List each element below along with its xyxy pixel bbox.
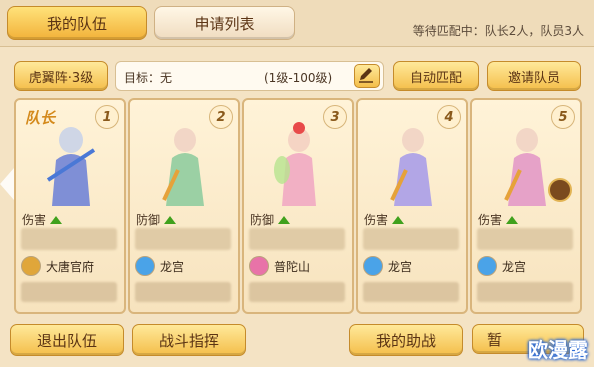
school-row: 龙宫 [135, 256, 231, 276]
scroll-left-arrow-icon[interactable] [0, 168, 14, 200]
character-portrait [390, 128, 432, 206]
character-portrait [162, 128, 204, 206]
role-label: 伤害 [364, 211, 405, 228]
school-row: 普陀山 [249, 256, 345, 276]
blurred-info [135, 282, 231, 302]
school-icon [363, 256, 383, 276]
character-portrait [274, 122, 316, 206]
member-card-5[interactable]: 5 伤害 龙宫 [470, 98, 582, 314]
school-row: 龙宫 [477, 256, 573, 276]
tab-my-team[interactable]: 我的队伍 [7, 6, 147, 40]
up-arrow-icon [50, 215, 63, 224]
blurred-info [135, 228, 231, 250]
school-icon [21, 256, 41, 276]
blurred-info [477, 228, 573, 250]
blurred-info [363, 282, 459, 302]
member-card-4[interactable]: 4 伤害 龙宫 [356, 98, 468, 314]
target-range: (1级-100级) [264, 71, 333, 85]
role-label: 防御 [250, 211, 291, 228]
character-portrait [46, 127, 96, 206]
tab-apply-list[interactable]: 申请列表 [154, 6, 295, 40]
member-card-2[interactable]: 2 防御 龙宫 [128, 98, 240, 314]
role-label: 防御 [136, 211, 177, 228]
up-arrow-icon [164, 215, 177, 224]
blurred-info [477, 282, 573, 302]
character-portrait [504, 128, 546, 206]
blurred-info [21, 282, 117, 302]
up-arrow-icon [392, 215, 405, 224]
pencil-icon [359, 68, 373, 83]
role-label: 伤害 [478, 211, 519, 228]
school-icon [135, 256, 155, 276]
blurred-info [21, 228, 117, 250]
role-label: 伤害 [22, 211, 63, 228]
target-label: 目标：无 [124, 71, 173, 85]
up-arrow-icon [278, 215, 291, 224]
up-arrow-icon [506, 215, 519, 224]
member-card-3[interactable]: 3 防御 普陀山 [242, 98, 354, 314]
blurred-info [249, 228, 345, 250]
match-status-text: 等待匹配中：队长2人，队员3人 [412, 24, 584, 38]
blurred-info [249, 282, 345, 302]
title-crest-icon [548, 178, 572, 202]
blurred-info [363, 228, 459, 250]
school-row: 大唐官府 [21, 256, 117, 276]
watermark: 欧漫露 [528, 338, 588, 362]
leave-team-button[interactable]: 退出队伍 [10, 324, 124, 356]
auto-match-button[interactable]: 自动匹配 [393, 61, 479, 91]
member-card-1[interactable]: 队长 1 伤害 大唐官府 [14, 98, 126, 314]
target-field[interactable]: 目标：无 (1级-100级) [115, 61, 384, 91]
invite-member-button[interactable]: 邀请队员 [487, 61, 581, 91]
battle-command-button[interactable]: 战斗指挥 [132, 324, 246, 356]
top-bar: 我的队伍 申请列表 等待匹配中：队长2人，队员3人 [0, 0, 594, 47]
school-icon [249, 256, 269, 276]
formation-button[interactable]: 虎翼阵·3级 [14, 61, 108, 91]
edit-target-button[interactable] [354, 64, 380, 88]
school-row: 龙宫 [363, 256, 459, 276]
my-assist-button[interactable]: 我的助战 [349, 324, 463, 356]
school-icon [477, 256, 497, 276]
